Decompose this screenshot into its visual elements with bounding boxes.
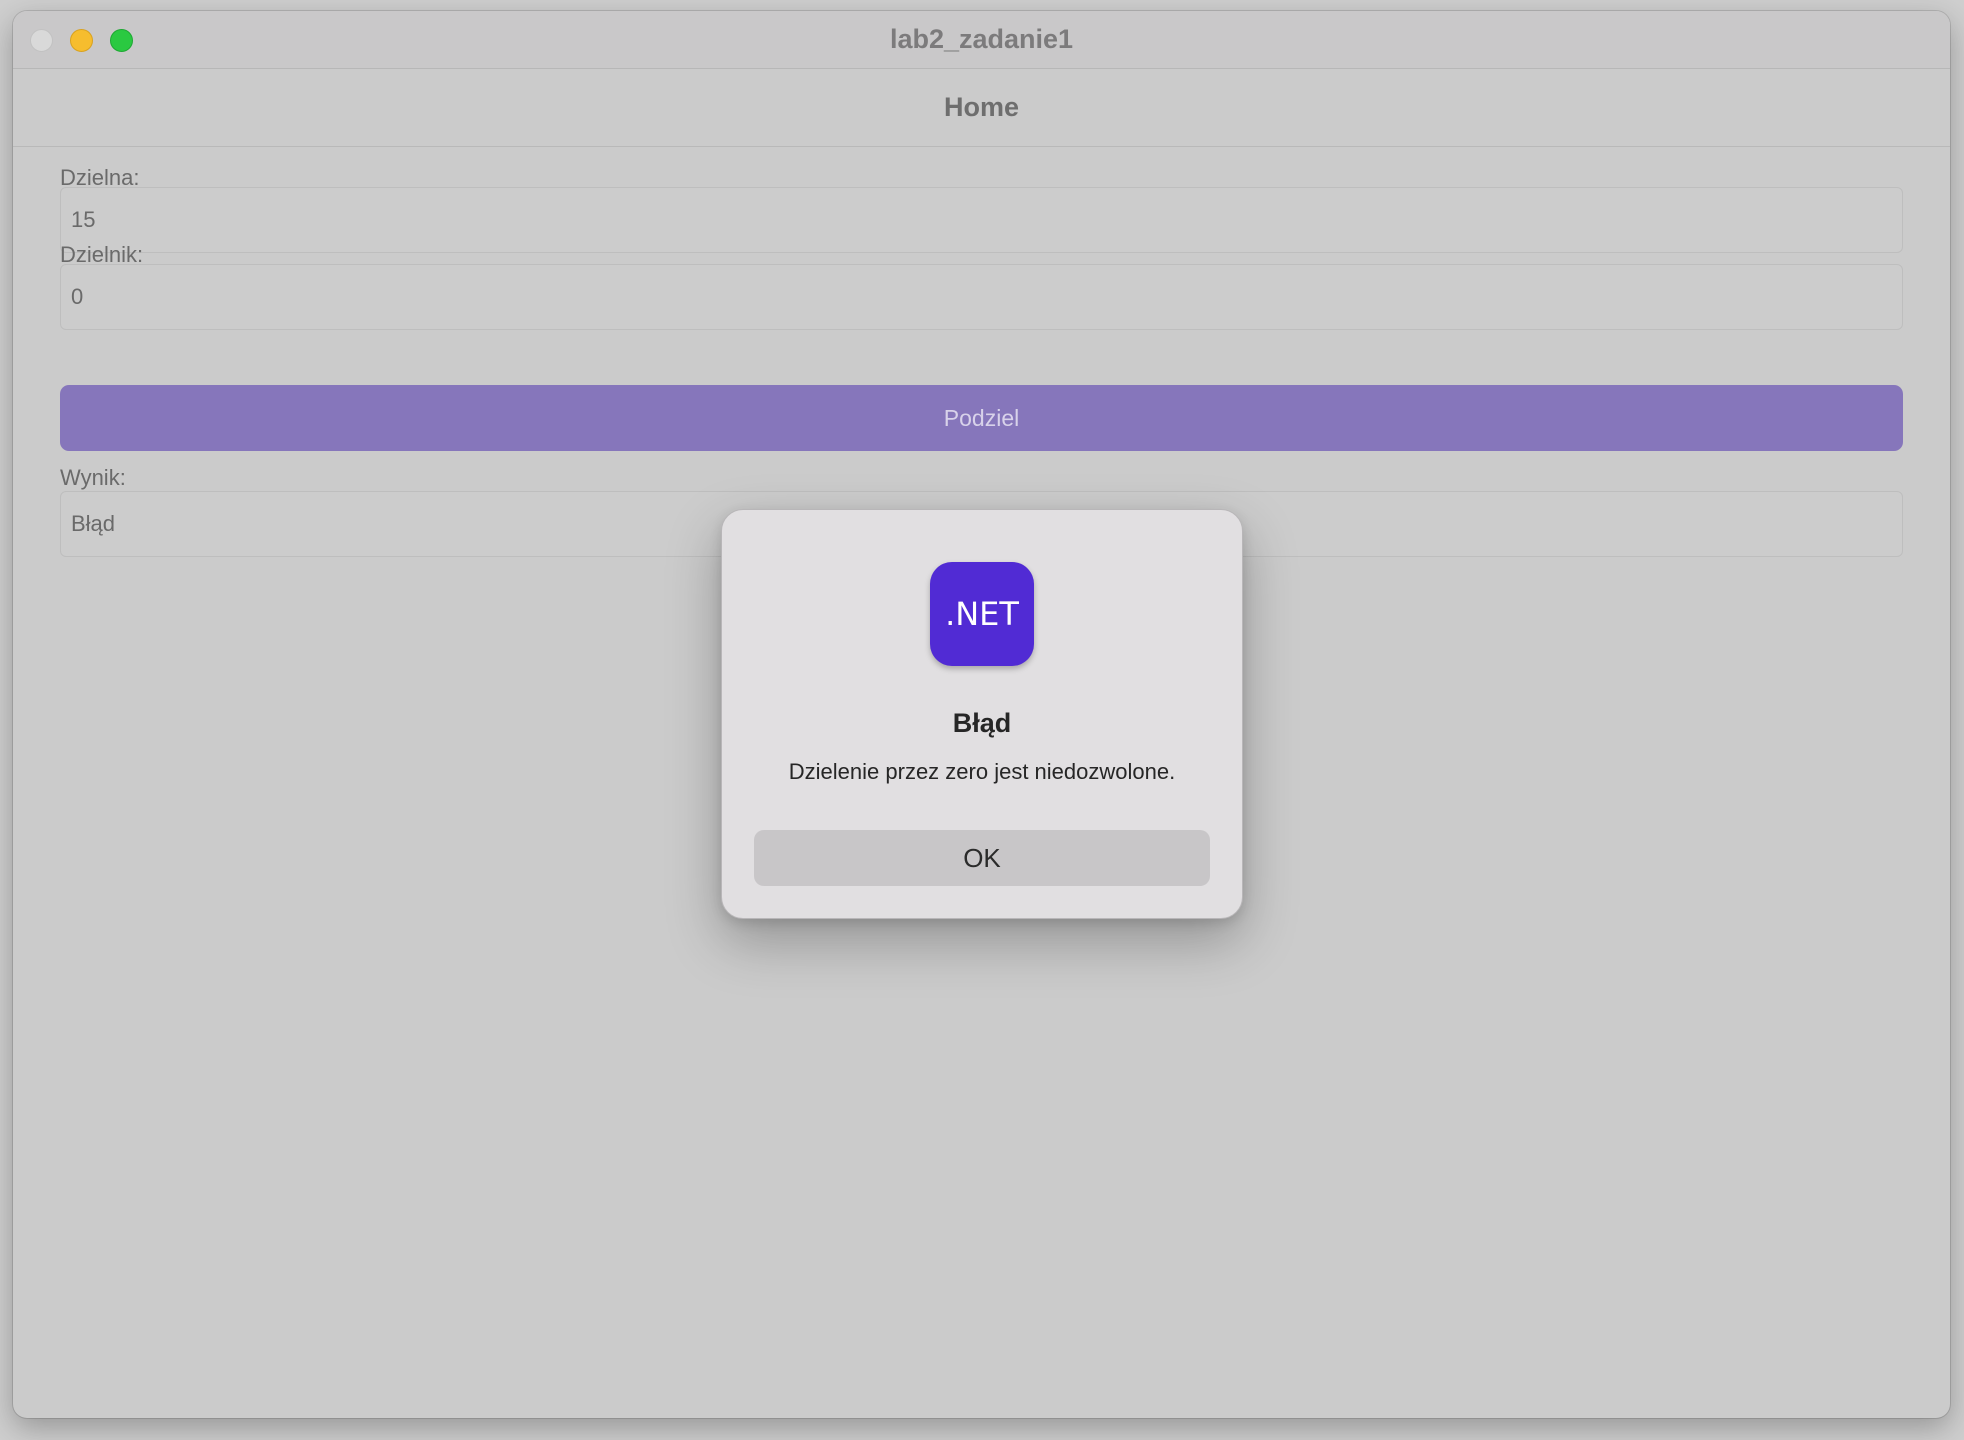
app-window: lab2_zadanie1 Home Dzielna: 15 Dzielnik:…	[13, 11, 1950, 1418]
alert-message: Dzielenie przez zero jest niedozwolone.	[788, 759, 1176, 784]
divide-button[interactable]: Podziel	[60, 385, 1903, 451]
navigation-bar: Home	[13, 69, 1950, 147]
ok-button[interactable]: OK	[754, 830, 1210, 886]
title-bar[interactable]: lab2_zadanie1	[13, 11, 1950, 69]
page-title: Home	[943, 92, 1019, 122]
error-alert-dialog: .NET Błąd Dzielenie przez zero jest nied…	[721, 509, 1243, 919]
alert-title: Błąd	[952, 708, 1012, 738]
dotnet-app-icon: .NET	[930, 562, 1034, 666]
dividend-input[interactable]: 15	[60, 187, 1903, 253]
result-label: Wynik:	[60, 465, 126, 490]
divisor-input[interactable]: 0	[60, 264, 1903, 330]
window-title: lab2_zadanie1	[889, 24, 1074, 54]
